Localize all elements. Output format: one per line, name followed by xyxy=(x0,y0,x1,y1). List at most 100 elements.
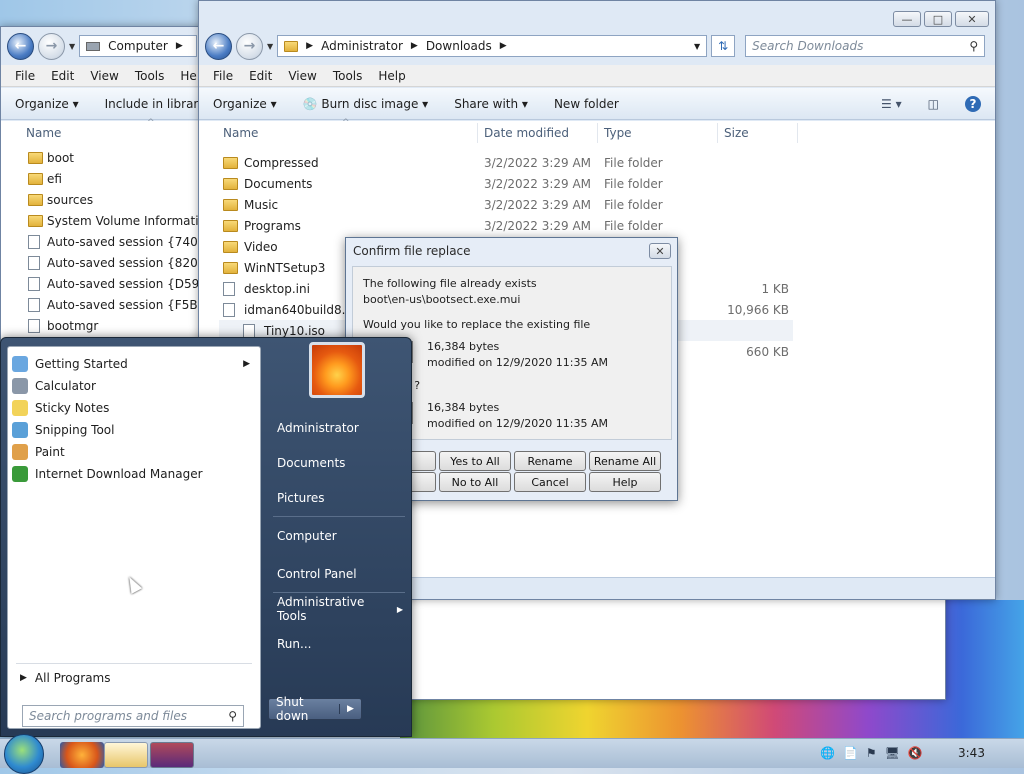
back-button[interactable]: ← xyxy=(205,32,232,60)
table-row[interactable]: Programs 3/2/2022 3:29 AM File folder xyxy=(199,215,995,236)
start-right-item[interactable]: Run... xyxy=(277,634,403,654)
address-text: Computer xyxy=(108,39,168,53)
rename-button[interactable]: Rename xyxy=(514,451,586,471)
item-name: efi xyxy=(47,171,62,186)
start-search-input[interactable]: Search programs and files ⚲ xyxy=(22,705,244,727)
column-date-modified[interactable]: Date modified xyxy=(484,126,569,140)
action-center-icon[interactable]: ⚑ xyxy=(866,746,877,760)
new-folder-button[interactable]: New folder xyxy=(554,97,619,111)
column-header: Name ^ Date modified Type Size xyxy=(199,118,995,145)
menu-view[interactable]: View xyxy=(288,69,316,83)
forward-button[interactable]: → xyxy=(38,32,65,60)
table-row[interactable]: Compressed 3/2/2022 3:29 AM File folder xyxy=(199,152,995,173)
burn-disc-image-button[interactable]: 💿 Burn disc image ▾ xyxy=(303,97,429,111)
start-button[interactable] xyxy=(4,734,44,774)
column-divider[interactable] xyxy=(717,123,718,143)
chevron-right-icon: ▶ xyxy=(175,41,183,51)
rename-all-button[interactable]: Rename All xyxy=(589,451,661,471)
refresh-icon[interactable]: ⇅ xyxy=(711,35,736,57)
column-divider[interactable] xyxy=(797,123,798,143)
start-right-item[interactable]: Pictures xyxy=(277,488,403,508)
start-program-item[interactable]: Paint xyxy=(12,441,256,463)
help-button[interactable]: Help xyxy=(589,472,661,492)
address-dropdown-icon[interactable]: ▼ xyxy=(694,42,700,51)
volume-muted-icon[interactable]: 🔇 xyxy=(908,746,923,760)
existing-file-size: 16,384 bytes xyxy=(427,340,500,353)
winrar-icon[interactable] xyxy=(150,742,194,768)
menu-tools[interactable]: Tools xyxy=(135,69,165,83)
shut-down-options-icon[interactable]: ▶ xyxy=(339,704,354,714)
no-to-all-button[interactable]: No to All xyxy=(439,472,511,492)
menu-edit[interactable]: Edit xyxy=(51,69,74,83)
start-program-item[interactable]: Snipping Tool xyxy=(12,419,256,441)
shut-down-button[interactable]: Shut down ▶ xyxy=(268,695,362,723)
maximize-button[interactable]: □ xyxy=(924,11,952,27)
column-name[interactable]: Name xyxy=(223,126,258,140)
preview-pane-icon[interactable]: ◫ xyxy=(928,97,939,111)
breadcrumb-administrator[interactable]: Administrator xyxy=(321,39,403,53)
help-icon[interactable]: ? xyxy=(965,95,981,112)
table-row[interactable]: Documents 3/2/2022 3:29 AM File folder xyxy=(199,173,995,194)
cancel-button[interactable]: Cancel xyxy=(514,472,586,492)
breadcrumb-downloads[interactable]: Downloads xyxy=(426,39,492,53)
network-icon[interactable]: 🖥 xyxy=(885,746,900,760)
yes-to-all-button[interactable]: Yes to All xyxy=(439,451,511,471)
address-bar[interactable]: Computer ▶ xyxy=(79,35,198,57)
organize-button[interactable]: Organize ▾ xyxy=(213,97,277,111)
recent-pages-dropdown-icon[interactable]: ▼ xyxy=(267,42,273,51)
file-icon xyxy=(28,255,40,270)
table-row[interactable]: Music 3/2/2022 3:29 AM File folder xyxy=(199,194,995,215)
forward-button[interactable]: → xyxy=(236,32,263,60)
start-program-item[interactable]: Getting Started ▶ xyxy=(12,353,256,375)
chevron-right-icon: ▶ xyxy=(20,673,27,683)
computer-icon xyxy=(86,41,101,51)
notes-tray-icon[interactable]: 📄 xyxy=(843,746,858,760)
column-size[interactable]: Size xyxy=(724,126,749,140)
cell-date: 3/2/2022 3:29 AM xyxy=(484,218,592,233)
cell-date: 3/2/2022 3:29 AM xyxy=(484,197,592,212)
search-placeholder: Search Downloads xyxy=(752,39,864,53)
start-program-item[interactable]: Internet Download Manager xyxy=(12,463,256,485)
share-with-button[interactable]: Share with ▾ xyxy=(454,97,528,111)
minimize-button[interactable]: — xyxy=(893,11,921,27)
firefox-icon[interactable] xyxy=(60,742,104,768)
dialog-title-bar: Confirm file replace ✕ xyxy=(346,238,677,264)
new-file-size: 16,384 bytes xyxy=(427,401,500,414)
column-type[interactable]: Type xyxy=(604,126,632,140)
search-input[interactable]: Search Downloads ⚲ xyxy=(745,35,986,57)
start-right-item[interactable]: Control Panel xyxy=(277,564,403,584)
item-name: sources xyxy=(47,192,94,207)
start-right-item[interactable]: Administrator xyxy=(277,418,403,438)
menu-help[interactable]: He xyxy=(180,69,196,83)
organize-button[interactable]: Organize ▾ xyxy=(15,97,79,111)
recent-pages-dropdown-icon[interactable]: ▼ xyxy=(69,42,75,51)
windows-explorer-icon[interactable] xyxy=(104,742,148,768)
start-right-item[interactable]: Administrative Tools ▶ xyxy=(277,595,403,623)
start-program-item[interactable]: Calculator xyxy=(12,375,256,397)
address-bar[interactable]: ▶ Administrator ▶ Downloads ▶ ▼ xyxy=(277,35,708,57)
user-picture[interactable] xyxy=(309,342,365,398)
clock[interactable]: 3:43 xyxy=(958,746,985,760)
start-menu[interactable]: Getting Started ▶ Calculator Sticky Notes Sn… xyxy=(0,337,412,737)
dialog-close-button[interactable]: ✕ xyxy=(649,243,671,259)
start-right-item[interactable]: Documents xyxy=(277,453,403,473)
menu-file[interactable]: File xyxy=(15,69,35,83)
column-name[interactable]: Name xyxy=(26,126,61,140)
menu-help[interactable]: Help xyxy=(378,69,405,83)
column-divider[interactable] xyxy=(477,123,478,143)
all-programs-button[interactable]: ▶ All Programs xyxy=(12,667,256,689)
folder-icon xyxy=(223,219,238,232)
back-button[interactable]: ← xyxy=(7,32,34,60)
close-button[interactable]: ✕ xyxy=(955,11,989,27)
taskbar: 🌐 📄 ⚑ 🖥 🔇 3:43 xyxy=(0,734,1024,774)
start-program-item[interactable]: Sticky Notes xyxy=(12,397,256,419)
menu-tools[interactable]: Tools xyxy=(333,69,363,83)
include-in-library-button[interactable]: Include in librar xyxy=(105,97,199,111)
menu-edit[interactable]: Edit xyxy=(249,69,272,83)
menu-view[interactable]: View xyxy=(90,69,118,83)
idm-tray-icon[interactable]: 🌐 xyxy=(820,746,835,760)
view-options-icon[interactable]: ☰ ▾ xyxy=(881,97,902,111)
column-divider[interactable] xyxy=(597,123,598,143)
menu-file[interactable]: File xyxy=(213,69,233,83)
start-right-item[interactable]: Computer xyxy=(277,526,403,546)
